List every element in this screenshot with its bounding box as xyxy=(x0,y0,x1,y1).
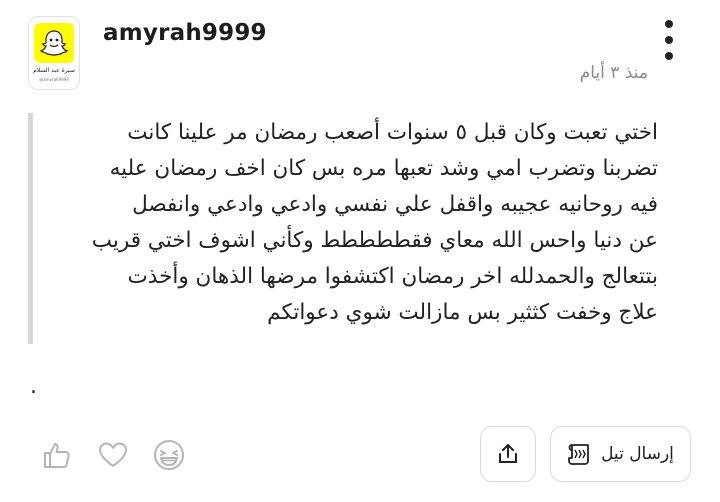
laugh-button[interactable] xyxy=(150,436,188,474)
share-button[interactable] xyxy=(480,426,536,482)
avatar-caption: سيرة عبد السلام xyxy=(33,67,75,74)
username[interactable]: amyrah9999 xyxy=(103,20,267,46)
like-button[interactable] xyxy=(38,436,76,474)
avatar[interactable]: سيرة عبد السلام @amyrah9999 xyxy=(28,16,80,90)
snapcode-icon xyxy=(34,23,74,63)
more-icon xyxy=(665,20,673,28)
scroll-icon xyxy=(568,444,589,465)
more-icon-dot xyxy=(665,36,673,44)
trailing-dot: . xyxy=(30,374,37,399)
post-body: اختي تعبت وكان قبل ٥ سنوات أصعب رمضان مر… xyxy=(91,120,658,325)
more-icon-dot xyxy=(665,52,673,60)
heart-button[interactable] xyxy=(94,436,132,474)
post-quote: اختي تعبت وكان قبل ٥ سنوات أصعب رمضان مر… xyxy=(28,113,678,344)
thumbs-up-icon xyxy=(44,443,70,468)
avatar-caption-small: @amyrah9999 xyxy=(39,77,69,83)
send-tell-label: إرسال تيل xyxy=(601,444,674,464)
send-tell-button[interactable]: إرسال تيل xyxy=(550,426,691,482)
share-icon xyxy=(499,444,517,463)
reaction-bar xyxy=(38,436,188,474)
heart-icon xyxy=(99,442,127,467)
timestamp: منذ ٣ أيام xyxy=(579,63,648,83)
laughing-face-icon xyxy=(154,440,184,470)
more-options-button[interactable] xyxy=(659,20,679,60)
